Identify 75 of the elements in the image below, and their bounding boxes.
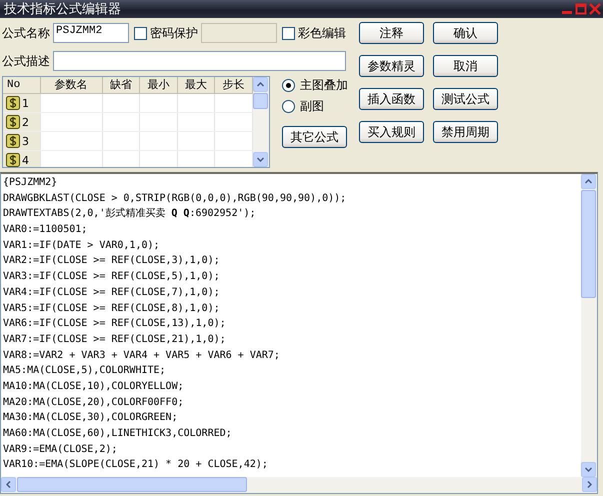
code-line: VAR5:=IF(CLOSE >= REF(CLOSE,8),1,0);	[3, 302, 221, 316]
row-number: 3	[22, 134, 29, 148]
radio-label: 副图	[300, 98, 324, 115]
color-edit-label: 彩色编辑	[298, 24, 346, 42]
code-line: VAR6:=IF(CLOSE >= REF(CLOSE,13),1,0);	[3, 317, 227, 332]
code-line: VAR4:=IF(CLOSE >= REF(CLOSE,7),1,0);	[3, 286, 221, 300]
dollar-icon	[6, 134, 20, 148]
scroll-right-button[interactable]	[582, 477, 597, 492]
scroll-up-button[interactable]	[253, 77, 268, 92]
column-header: 缺省	[102, 77, 140, 93]
password-label: 密码保护	[150, 24, 198, 42]
code-line: MA10:MA(CLOSE,10),COLORYELLOW;	[3, 380, 185, 394]
dialog-button[interactable]: 取消	[433, 55, 498, 77]
formula-description-field[interactable]	[53, 51, 346, 71]
dialog-button[interactable]: 买入规则	[359, 121, 424, 143]
code-line: VAR10:=EMA(SLOPE(CLOSE,21) * 20 + CLOSE,42);	[3, 458, 269, 472]
column-header: 最小	[140, 77, 178, 93]
code-line: VAR7:=IF(CLOSE >= REF(CLOSE,21),1,0);	[3, 332, 227, 347]
dialog-button[interactable]: 禁用周期	[433, 121, 498, 143]
vertical-scrollbar[interactable]	[253, 77, 269, 167]
dialog-button[interactable]: 测试公式	[433, 88, 498, 110]
chevron-right-icon	[587, 481, 592, 488]
radio-button[interactable]	[282, 100, 295, 113]
row-number: 4	[22, 154, 29, 166]
dollar-icon	[6, 153, 20, 167]
vertical-scrollbar[interactable]	[581, 174, 597, 477]
code-line: MA30:MA(CLOSE,30),COLORGREEN;	[3, 411, 179, 426]
scroll-down-button[interactable]	[253, 152, 268, 167]
color-edit-checkbox[interactable]	[282, 26, 295, 40]
maximize-icon[interactable]	[575, 3, 587, 15]
scrollbar-thumb[interactable]	[253, 93, 268, 109]
chevron-down-icon	[257, 157, 264, 162]
column-header: No	[3, 77, 41, 93]
code-line: DRAWGBKLAST(CLOSE > 0,STRIP(RGB(0,0,0),RGB(90,90,90),0));	[3, 192, 348, 206]
radio-label: 主图叠加	[300, 77, 348, 94]
scroll-left-button[interactable]	[1, 477, 16, 492]
dialog-button[interactable]: 确认	[433, 22, 498, 44]
code-line: MA60:MA(CLOSE,60),LINETHICK3,COLORRED;	[3, 427, 233, 441]
dialog-button[interactable]: 插入函数	[359, 88, 424, 110]
horizontal-scrollbar[interactable]	[1, 477, 597, 493]
window-title: 技术指标公式编辑器	[4, 1, 121, 18]
column-header: 最大	[178, 77, 216, 93]
scroll-up-button[interactable]	[581, 174, 596, 189]
code-line: VAR8:=VAR2 + VAR3 + VAR4 + VAR5 + VAR6 + VAR7;	[3, 348, 281, 363]
code-line: MA20:MA(CLOSE,20),COLORF00FF0;	[3, 396, 185, 410]
other-formula-button[interactable]: 其它公式	[282, 126, 347, 148]
close-icon[interactable]	[589, 3, 601, 15]
code-editor[interactable]	[0, 172, 598, 494]
dollar-icon	[6, 115, 20, 129]
formula-description-label: 公式描述	[2, 52, 50, 70]
dialog-button[interactable]: 注释	[359, 22, 424, 44]
dialog-button[interactable]: 参数精灵	[359, 55, 424, 77]
chevron-down-icon	[585, 467, 592, 472]
code-line: VAR9:=EMA(CLOSE,2);	[3, 442, 118, 457]
formula-name-label: 公式名称	[2, 24, 50, 42]
row-number: 1	[22, 96, 29, 110]
code-line: VAR2:=IF(CLOSE >= REF(CLOSE,3),1,0);	[3, 254, 221, 268]
formula-name-field[interactable]: PSJZMM2	[53, 23, 129, 43]
code-line: VAR1:=IF(DATE > VAR0,1,0);	[3, 238, 161, 253]
chevron-left-icon	[6, 481, 11, 488]
radio-button[interactable]	[282, 79, 295, 92]
row-number: 2	[22, 116, 29, 128]
code-line: MA5:MA(CLOSE,5),COLORWHITE;	[3, 364, 167, 378]
scroll-down-button[interactable]	[581, 462, 596, 477]
scrollbar-thumb[interactable]	[17, 477, 247, 492]
scrollbar-thumb[interactable]	[581, 190, 596, 298]
chevron-up-icon	[257, 82, 264, 87]
code-line: VAR0:=1100501;	[3, 223, 88, 238]
password-checkbox[interactable]	[134, 26, 147, 40]
column-header: 参数名	[40, 77, 103, 93]
code-line: VAR3:=IF(CLOSE >= REF(CLOSE,5),1,0);	[3, 270, 221, 284]
dollar-icon	[6, 96, 20, 110]
code-line: {PSJZMM2}	[3, 176, 58, 190]
code-line: DRAWTEXTABS(2,0,'彭式精准买卖 Q Q:6902952');	[3, 206, 257, 222]
chevron-up-icon	[585, 179, 592, 184]
